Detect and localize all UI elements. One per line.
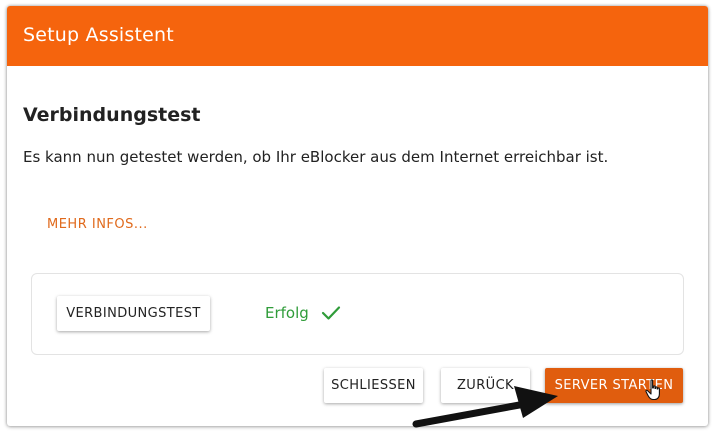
setup-assistant-dialog: Setup Assistent Verbindungstest Es kann …	[7, 6, 708, 426]
hand-pointer-icon	[645, 379, 660, 401]
back-button[interactable]: ZURÜCK	[441, 368, 530, 403]
connection-test-card: VERBINDUNGSTEST Erfolg	[31, 273, 684, 355]
checkmark-icon	[321, 306, 340, 320]
dialog-header: Setup Assistent	[7, 6, 708, 66]
test-result: Erfolg	[265, 304, 341, 322]
step-title: Verbindungstest	[23, 104, 201, 126]
close-button[interactable]: SCHLIESSEN	[324, 368, 423, 403]
test-result-text: Erfolg	[265, 304, 309, 322]
dialog-title: Setup Assistent	[23, 24, 174, 46]
more-info-link[interactable]: MEHR INFOS...	[47, 217, 148, 232]
step-description: Es kann nun getestet werden, ob Ihr eBlo…	[23, 148, 609, 166]
connection-test-button[interactable]: VERBINDUNGSTEST	[57, 296, 210, 331]
